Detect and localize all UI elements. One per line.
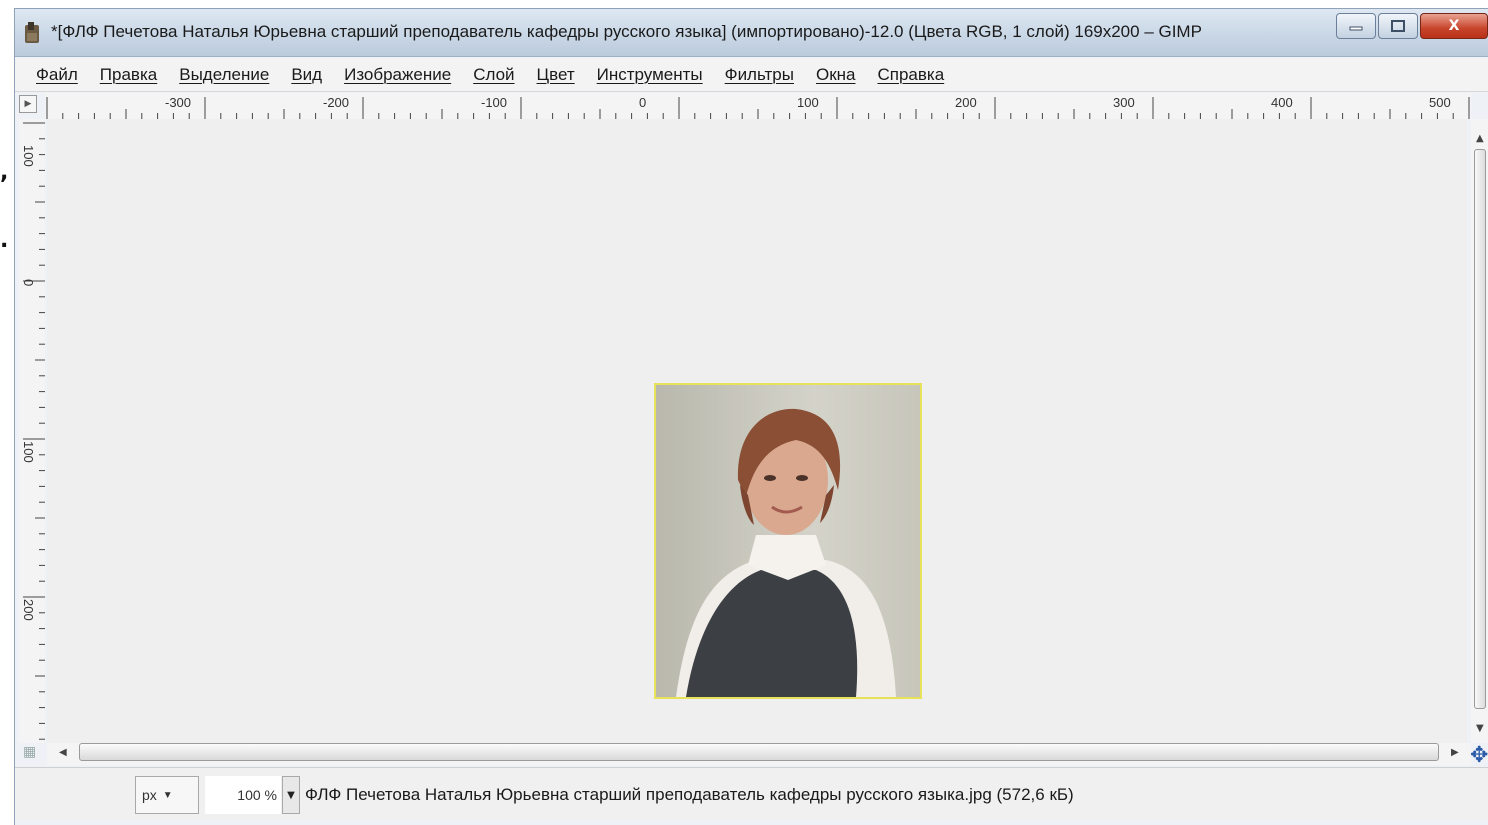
hruler-label: 100 [797, 95, 819, 110]
close-icon: X [1448, 18, 1460, 34]
maximize-button[interactable] [1378, 13, 1418, 39]
image-layer-photo[interactable] [654, 383, 922, 699]
vruler-label: 100 [21, 441, 36, 463]
menu-select[interactable]: Выделение [168, 61, 280, 89]
close-button[interactable]: X [1420, 13, 1488, 39]
scroll-down-icon[interactable]: ▼ [1476, 723, 1484, 734]
screenshot-page: , . *[ФЛФ Печетова Наталья Юрьевна старш… [0, 0, 1488, 825]
portrait-photo [656, 385, 920, 697]
scroll-left-icon[interactable]: ◀ [59, 747, 67, 758]
minimize-icon [1349, 26, 1363, 31]
minimize-button[interactable] [1336, 13, 1376, 39]
scroll-right-icon[interactable]: ▶ [1451, 747, 1459, 758]
menu-windows[interactable]: Окна [805, 61, 867, 89]
gimp-icon[interactable] [23, 21, 43, 45]
menu-colors[interactable]: Цвет [526, 61, 586, 89]
menu-file[interactable]: Файл [25, 61, 89, 89]
zoom-input[interactable]: 100 % [205, 776, 281, 814]
menu-view[interactable]: Вид [280, 61, 333, 89]
horizontal-scroll-thumb[interactable] [79, 743, 1439, 761]
vertical-scroll-thumb[interactable] [1474, 149, 1486, 709]
hruler-label: -300 [165, 95, 192, 110]
hruler-label: -100 [481, 95, 508, 110]
zoom-dropdown-button[interactable]: ▼ [282, 776, 300, 814]
window-title: *[ФЛФ Печетова Наталья Юрьевна старший п… [51, 22, 1202, 41]
vruler-label: 200 [21, 599, 36, 621]
status-bar: px ▼ 100 % ▼ ФЛФ Печетова Наталья Юрьевн… [15, 767, 1488, 821]
hruler-label: 200 [955, 95, 977, 110]
hruler-label: 0 [639, 95, 647, 110]
unit-value: px [142, 787, 157, 803]
menu-tools[interactable]: Инструменты [586, 61, 714, 89]
vertical-ruler[interactable]: 100 0 100 200 [19, 119, 45, 743]
menu-help[interactable]: Справка [866, 61, 955, 89]
hruler-label: 500 [1429, 95, 1451, 110]
quick-mask-icon[interactable]: ▦ [23, 744, 36, 760]
image-canvas[interactable] [47, 119, 1467, 743]
horizontal-ruler[interactable]: -300 -200 -100 0 100 200 300 400 500 [45, 93, 1471, 119]
file-info-text: ФЛФ Печетова Наталья Юрьевна старший пре… [305, 785, 1074, 804]
zoom-value: 100 % [237, 787, 277, 803]
hruler-label: 400 [1271, 95, 1293, 110]
menu-image[interactable]: Изображение [333, 61, 462, 89]
ruler-menu-button[interactable]: ▶ [19, 95, 37, 113]
title-bar[interactable]: *[ФЛФ Печетова Наталья Юрьевна старший п… [15, 9, 1488, 57]
stray-period-mark: . [0, 228, 9, 253]
menu-layer[interactable]: Слой [462, 61, 525, 89]
menu-edit[interactable]: Правка [89, 61, 168, 89]
scroll-up-icon[interactable]: ▲ [1476, 133, 1484, 144]
menu-filters[interactable]: Фильтры [714, 61, 805, 89]
gimp-window: *[ФЛФ Печетова Наталья Юрьевна старший п… [14, 8, 1488, 825]
hruler-label: -200 [323, 95, 350, 110]
vruler-label: 0 [21, 279, 36, 287]
unit-select[interactable]: px ▼ [135, 776, 199, 814]
hruler-label: 300 [1113, 95, 1135, 110]
horizontal-ruler-ticks [46, 97, 1470, 119]
menu-bar: Файл Правка Выделение Вид Изображение Сл… [15, 58, 1488, 92]
chevron-down-icon: ▼ [287, 789, 295, 801]
restore-icon [1391, 20, 1405, 32]
chevron-down-icon: ▼ [162, 789, 173, 801]
stray-comma-mark: , [0, 160, 9, 185]
navigate-icon[interactable]: ✥ [1470, 743, 1488, 768]
vruler-label: 100 [21, 145, 36, 167]
triangle-right-icon: ▶ [24, 99, 32, 109]
vertical-ruler-ticks [23, 122, 45, 740]
